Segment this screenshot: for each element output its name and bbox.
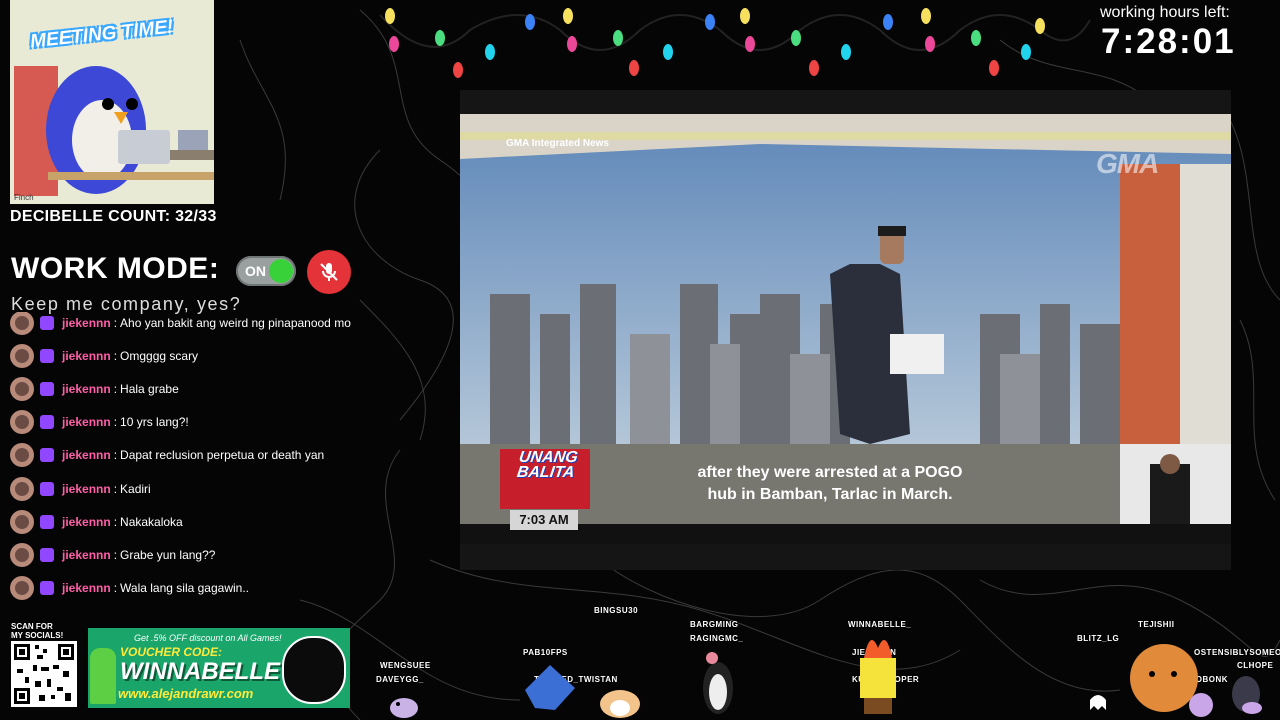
viewer-name: BLITZ_LG bbox=[1077, 634, 1120, 643]
scan-socials-label: SCAN FOR MY SOCIALS! bbox=[11, 622, 63, 640]
twitch-badge-icon bbox=[40, 448, 54, 462]
chat-message: jiekennn: Aho yan bakit ang weird ng pin… bbox=[10, 312, 351, 336]
chat-username: jiekennn bbox=[62, 548, 111, 562]
finch-caption: Finch bbox=[14, 193, 34, 202]
gma-news-label: GMA Integrated News bbox=[506, 138, 609, 149]
chat-text: 10 yrs lang?! bbox=[120, 415, 189, 429]
working-hours-timer: 7:28:01 bbox=[1101, 22, 1236, 61]
chat-username: jiekennn bbox=[62, 448, 111, 462]
chat-username: jiekennn bbox=[62, 316, 111, 330]
avatar bbox=[10, 377, 34, 401]
avatar bbox=[10, 576, 34, 600]
avatar bbox=[10, 443, 34, 467]
scan-line-2: MY SOCIALS! bbox=[11, 631, 64, 640]
chat-text: Wala lang sila gagawin.. bbox=[120, 581, 249, 595]
twitch-badge-icon bbox=[40, 415, 54, 429]
chat-text: Aho yan bakit ang weird ng pinapanood mo bbox=[120, 316, 351, 330]
viewer-name: RAGINGMC_ bbox=[690, 634, 744, 643]
voucher-code-label: VOUCHER CODE: bbox=[120, 645, 223, 659]
decibelle-count: DECIBELLE COUNT: 32/33 bbox=[10, 208, 217, 225]
chat-message: jiekennn: Hala grabe bbox=[10, 376, 179, 402]
chat-username: jiekennn bbox=[62, 515, 111, 529]
viewer-name: OSTENSIBLYSOMEO bbox=[1194, 648, 1280, 657]
twitch-badge-icon bbox=[40, 482, 54, 496]
caption-line-1: after they were arrested at a POGO bbox=[697, 464, 963, 481]
broadcast-time: 7:03 AM bbox=[510, 510, 578, 530]
working-hours-label: working hours left: bbox=[1100, 4, 1230, 21]
viewer-name: PAB10FPS bbox=[523, 648, 568, 657]
chat-message: jiekennn: Grabe yun lang?? bbox=[10, 542, 215, 568]
chat-username: jiekennn bbox=[62, 382, 111, 396]
chat-message: jiekennn: Wala lang sila gagawin.. bbox=[10, 575, 249, 601]
mic-off-glyph bbox=[320, 263, 338, 281]
hamster-sprite-icon bbox=[600, 690, 640, 718]
twitch-badge-icon bbox=[40, 316, 54, 330]
viewer-name: BINGSU30 bbox=[594, 606, 639, 615]
christmas-lights bbox=[385, 8, 1045, 78]
toggle-knob bbox=[269, 259, 293, 283]
caption-line-2: hub in Bamban, Tarlac in March. bbox=[707, 486, 953, 503]
penguin-at-desk-illustration bbox=[14, 66, 214, 196]
chat-message: jiekennn: 10 yrs lang?! bbox=[10, 409, 189, 435]
avatar bbox=[10, 477, 34, 501]
voucher-code: WINNABELLE bbox=[120, 658, 280, 685]
dinosaur-icon bbox=[90, 648, 116, 704]
penguin-sprite-icon bbox=[703, 652, 733, 714]
meeting-time-card: MEETING TIME! Finch bbox=[10, 0, 214, 204]
chat-username: jiekennn bbox=[62, 482, 111, 496]
avatar bbox=[10, 344, 34, 368]
twitch-badge-icon bbox=[40, 581, 54, 595]
chat-text: Omgggg scary bbox=[120, 349, 199, 363]
chat-text: Kadiri bbox=[120, 482, 151, 496]
viewer-name: BARGMING bbox=[690, 620, 739, 629]
viewer-name: DAVEYGG_ bbox=[376, 675, 424, 684]
chat-message: jiekennn: Nakakaloka bbox=[10, 509, 183, 535]
show-line-1: UNANG bbox=[517, 449, 579, 466]
voucher-banner[interactable]: Get .5% OFF discount on All Games! VOUCH… bbox=[88, 628, 350, 708]
gma-logo: GMA bbox=[1096, 148, 1159, 179]
chat-message: jiekennn: Omgggg scary bbox=[10, 343, 198, 369]
unang-balita-logo: UNANG BALITA bbox=[515, 449, 579, 481]
mascot-face-icon bbox=[282, 636, 346, 704]
ghost-sprite-icon bbox=[1090, 695, 1106, 710]
toggle-on-label: ON bbox=[245, 263, 266, 279]
mic-muted-icon bbox=[307, 250, 351, 294]
viewer-name: WENGSUEE bbox=[380, 661, 431, 670]
cat-sprite-icon bbox=[390, 698, 418, 718]
blob-sprite-icon bbox=[1189, 693, 1213, 717]
chat-username: jiekennn bbox=[62, 349, 111, 363]
show-line-2: BALITA bbox=[515, 464, 576, 481]
chat-username: jiekennn bbox=[62, 415, 111, 429]
qr-code[interactable] bbox=[11, 641, 77, 707]
chat-text: Nakakaloka bbox=[120, 515, 183, 529]
scan-line-1: SCAN FOR bbox=[11, 622, 53, 631]
avatar bbox=[10, 312, 34, 335]
avatar bbox=[10, 510, 34, 534]
twitch-badge-icon bbox=[40, 548, 54, 562]
voucher-url: www.alejandrawr.com bbox=[118, 686, 254, 701]
chat-username: jiekennn bbox=[62, 581, 111, 595]
chat-text: Grabe yun lang?? bbox=[120, 548, 216, 562]
work-mode-label: WORK MODE: bbox=[11, 252, 220, 285]
chat-panel: jiekennn: Aho yan bakit ang weird ng pin… bbox=[10, 312, 430, 612]
video-caption: after they were arrested at a POGO hub i… bbox=[660, 462, 1000, 506]
viewer-name: TEJISHII bbox=[1138, 620, 1175, 629]
twitch-badge-icon bbox=[40, 349, 54, 363]
bird-sprite-icon bbox=[1232, 676, 1262, 714]
work-mode-toggle: ON bbox=[236, 256, 296, 286]
twitch-badge-icon bbox=[40, 515, 54, 529]
video-player[interactable]: GMA Integrated News GMA UNANG BALITA aft… bbox=[460, 90, 1231, 570]
avatar bbox=[10, 543, 34, 567]
chat-text: Dapat reclusion perpetua or death yan bbox=[120, 448, 325, 462]
twitch-badge-icon bbox=[40, 382, 54, 396]
dragon-sprite-icon bbox=[525, 665, 575, 710]
chat-message: jiekennn: Kadiri bbox=[10, 476, 151, 502]
spongebob-fire-sprite-icon bbox=[860, 640, 896, 714]
chat-message: jiekennn: Dapat reclusion perpetua or de… bbox=[10, 442, 324, 468]
chat-text: Hala grabe bbox=[120, 382, 179, 396]
voucher-discount: Get .5% OFF discount on All Games! bbox=[134, 633, 282, 643]
avatar bbox=[10, 410, 34, 434]
